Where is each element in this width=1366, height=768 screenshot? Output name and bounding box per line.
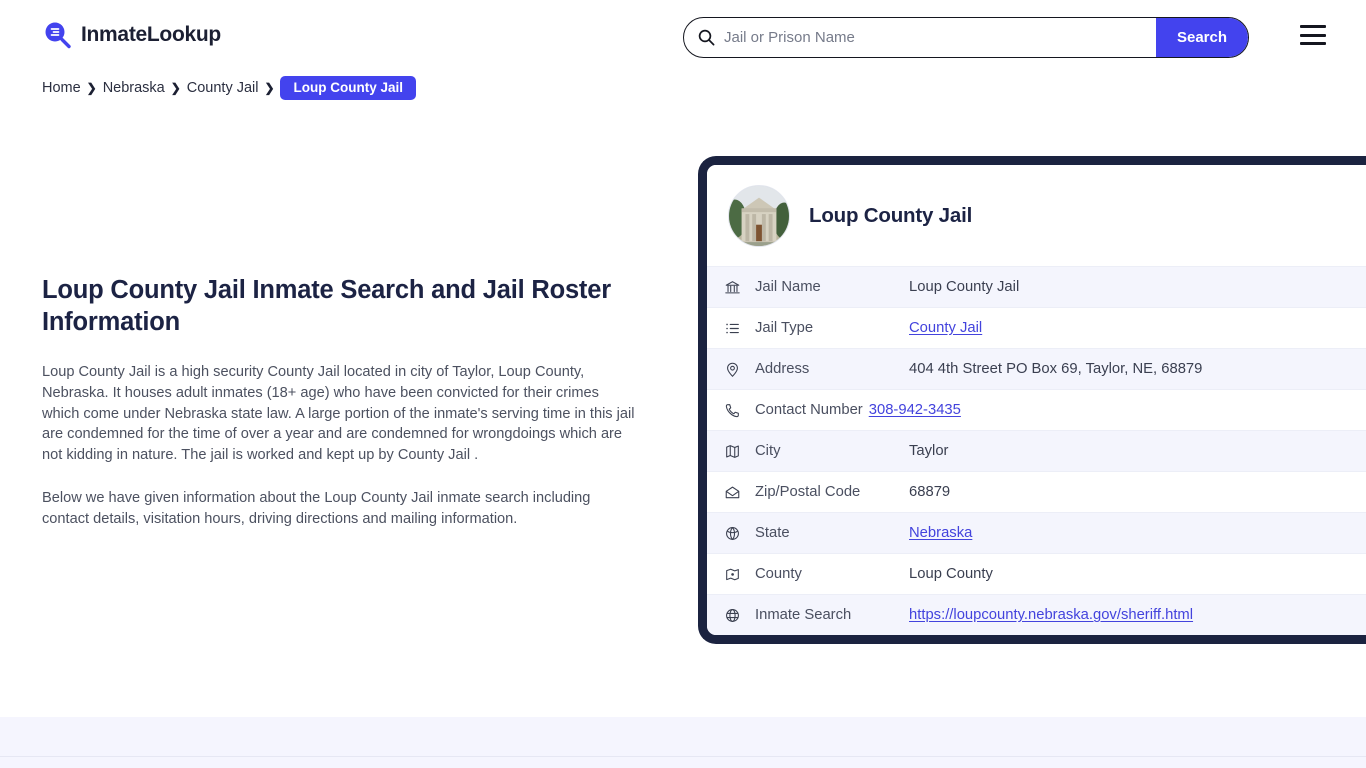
search-button[interactable]: Search (1156, 17, 1248, 58)
row-label: Zip/Postal Code (755, 484, 903, 500)
row-label: Address (755, 361, 903, 377)
globe-icon (723, 606, 742, 625)
map-icon (723, 442, 742, 461)
footer-divider (0, 756, 1366, 757)
contact-number-link[interactable]: 308-942-3435 (869, 402, 961, 418)
chevron-right-icon: ❯ (165, 81, 187, 95)
chevron-right-icon: ❯ (258, 81, 280, 95)
list-icon (723, 319, 742, 338)
chevron-right-icon: ❯ (81, 81, 103, 95)
site-header: InmateLookup Search (0, 0, 1366, 74)
row-value: 68879 (909, 484, 950, 500)
table-row-zip-code: Zip/Postal Code 68879 (707, 471, 1366, 512)
table-row-city: City Taylor (707, 430, 1366, 471)
search-input[interactable] (715, 18, 1156, 57)
hamburger-bar (1300, 42, 1326, 45)
main-content: Loup County Jail Inmate Search and Jail … (42, 274, 638, 529)
jail-details-table: Jail Name Loup County Jail Jail Type Cou… (707, 266, 1366, 635)
state-link[interactable]: Nebraska (909, 525, 972, 541)
bank-building-icon (723, 278, 742, 297)
footer-section (0, 717, 1366, 768)
map-pin-icon (723, 360, 742, 379)
magnifier-person-icon (42, 20, 72, 50)
hamburger-menu-icon[interactable] (1300, 25, 1326, 45)
phone-icon (723, 401, 742, 420)
county-map-icon (723, 565, 742, 584)
row-label: State (755, 525, 903, 541)
page-title: Loup County Jail Inmate Search and Jail … (42, 274, 638, 338)
inmate-search-link[interactable]: https://loupcounty.nebraska.gov/sheriff.… (909, 607, 1193, 623)
table-row-jail-type: Jail Type County Jail (707, 307, 1366, 348)
jail-info-card-header: Loup County Jail (707, 165, 1366, 266)
row-value: 404 4th Street PO Box 69, Taylor, NE, 68… (909, 361, 1202, 377)
brand-logo-link[interactable]: InmateLookup (42, 20, 221, 50)
breadcrumb: Home ❯ Nebraska ❯ County Jail ❯ Loup Cou… (42, 76, 416, 100)
jail-card-title: Loup County Jail (809, 204, 972, 228)
breadcrumb-item-county-jail[interactable]: County Jail (187, 80, 259, 96)
breadcrumb-item-home[interactable]: Home (42, 80, 81, 96)
row-label: County (755, 566, 903, 582)
row-label: Contact Number (755, 402, 863, 418)
table-row-address: Address 404 4th Street PO Box 69, Taylor… (707, 348, 1366, 389)
hamburger-bar (1300, 25, 1326, 28)
table-row-contact-number: Contact Number 308-942-3435 (707, 389, 1366, 430)
search-bar[interactable]: Search (683, 17, 1249, 58)
row-label: Jail Name (755, 279, 903, 295)
hamburger-bar (1300, 34, 1326, 37)
table-row-inmate-search: Inmate Search https://loupcounty.nebrask… (707, 594, 1366, 635)
row-value: Taylor (909, 443, 948, 459)
row-value: Loup County (909, 566, 993, 582)
row-label: Jail Type (755, 320, 903, 336)
search-icon (698, 29, 715, 46)
intro-paragraph: Loup County Jail is a high security Coun… (42, 362, 638, 466)
table-row-state: State Nebraska (707, 512, 1366, 553)
jail-info-card: Loup County Jail Jail Name Loup County J… (698, 156, 1366, 644)
envelope-icon (723, 483, 742, 502)
row-label: City (755, 443, 903, 459)
row-label: Inmate Search (755, 607, 903, 623)
courthouse-photo (728, 185, 790, 247)
secondary-paragraph: Below we have given information about th… (42, 488, 638, 529)
breadcrumb-item-nebraska[interactable]: Nebraska (103, 80, 165, 96)
jail-type-link[interactable]: County Jail (909, 320, 982, 336)
row-value: Loup County Jail (909, 279, 1019, 295)
globe-pin-icon (723, 524, 742, 543)
brand-name: InmateLookup (81, 23, 221, 47)
breadcrumb-item-current: Loup County Jail (280, 76, 416, 100)
table-row-county: County Loup County (707, 553, 1366, 594)
table-row-jail-name: Jail Name Loup County Jail (707, 266, 1366, 307)
